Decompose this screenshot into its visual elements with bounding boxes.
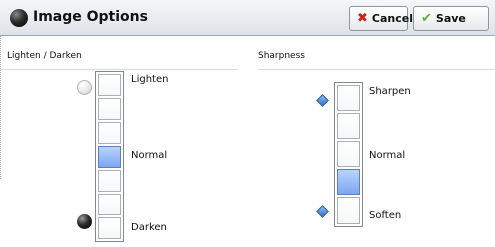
lighten-level-1[interactable] [98, 74, 121, 96]
normal-label: Normal [131, 150, 168, 161]
darken-level-1[interactable] [98, 170, 121, 192]
darken-marker-icon [77, 214, 92, 229]
lighten-darken-scale [95, 71, 124, 242]
lighten-marker-icon [77, 80, 92, 95]
sharpness-title: Sharpness [258, 51, 305, 61]
sharpness-level-5[interactable] [337, 197, 360, 224]
lighten-darken-title: Lighten / Darken [7, 51, 82, 61]
checkmark-icon: ✔ [421, 11, 432, 26]
sharpness-normal-label: Normal [369, 150, 406, 161]
sharpen-label: Sharpen [369, 86, 411, 97]
darken-level-3[interactable] [98, 217, 121, 239]
darken-label: Darken [131, 222, 167, 233]
x-icon: ✖ [357, 11, 368, 26]
cancel-button[interactable]: ✖ Cancel [349, 6, 413, 31]
normal-level[interactable] [98, 146, 121, 168]
sharpness-level-2[interactable] [337, 113, 360, 139]
image-options-icon [10, 9, 28, 27]
soften-marker-diamond-icon [316, 205, 329, 218]
cancel-label: Cancel [371, 12, 413, 25]
section-divider [258, 69, 495, 70]
sharpness-level-normal[interactable] [337, 141, 360, 167]
lighten-level-2[interactable] [98, 98, 121, 120]
save-label: Save [435, 12, 466, 25]
sharpen-marker-diamond-icon [316, 94, 329, 107]
page-title: Image Options [33, 9, 148, 25]
darken-level-2[interactable] [98, 194, 121, 215]
sharpness-level-1[interactable] [337, 85, 360, 111]
lighten-label: Lighten [131, 74, 169, 85]
sharpness-scale [334, 82, 363, 227]
section-divider [0, 69, 238, 70]
header-bar: Image Options ✖ Cancel ✔ Save [0, 0, 495, 36]
lighten-level-3[interactable] [98, 122, 121, 144]
save-button[interactable]: ✔ Save [413, 6, 489, 31]
soften-label: Soften [369, 210, 402, 221]
sharpness-level-4[interactable] [337, 169, 360, 195]
